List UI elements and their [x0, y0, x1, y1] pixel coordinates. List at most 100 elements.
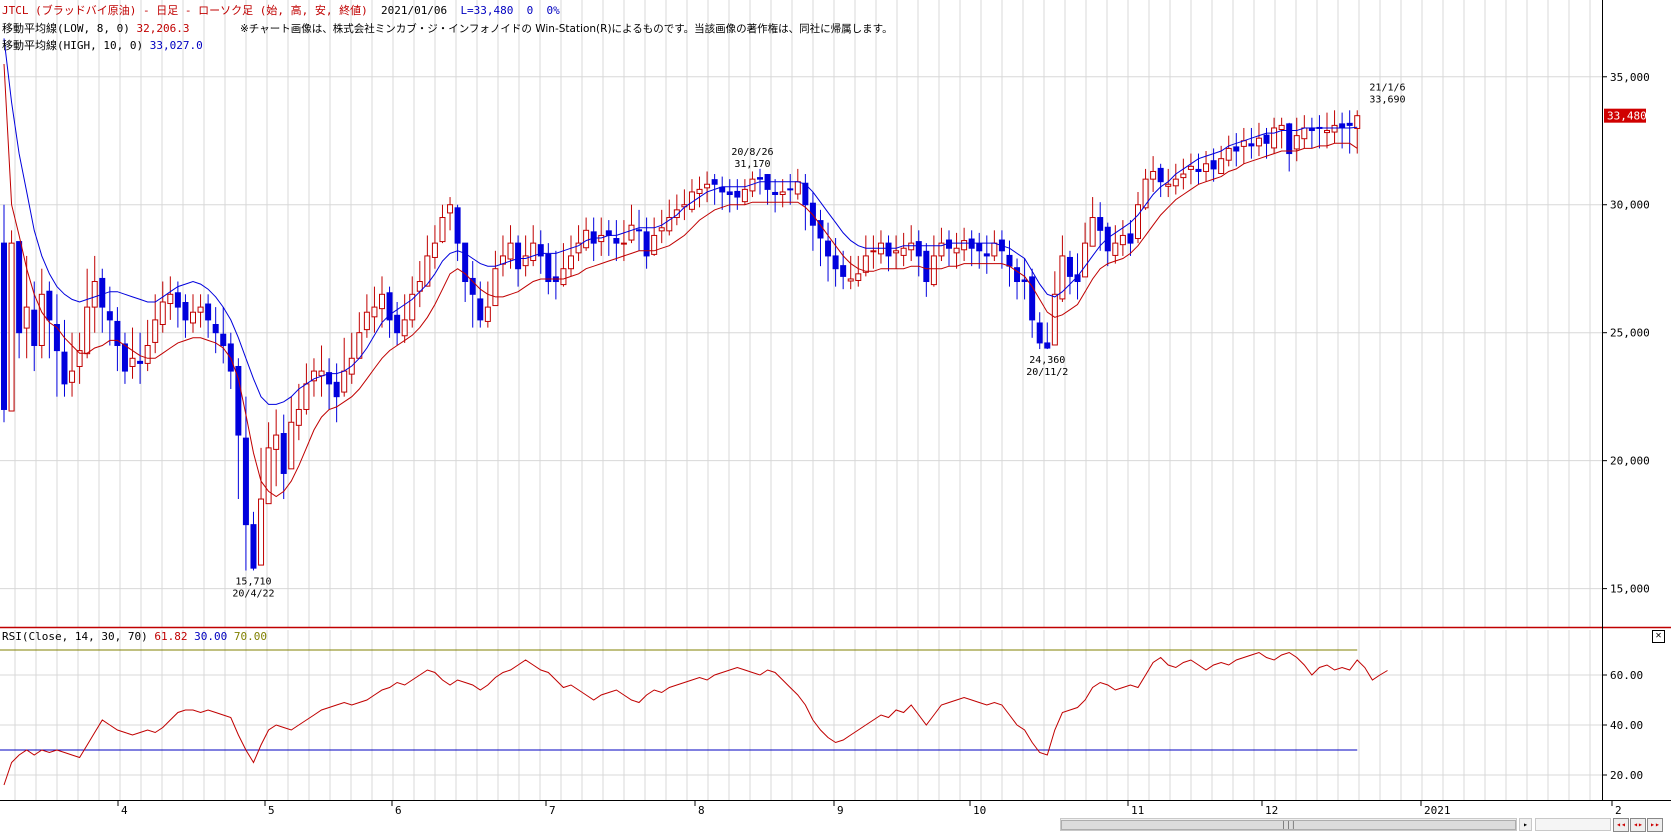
- candle-body: [1142, 178, 1149, 209]
- rewind-icon: ◂◂: [1616, 820, 1626, 829]
- scroll-back-button[interactable]: ◂▸: [1630, 818, 1646, 832]
- x-tick-label: 4: [121, 804, 128, 817]
- annotation-date: 20/11/2: [1026, 367, 1068, 378]
- candle-body: [190, 311, 196, 324]
- x-tick-label: 11: [1131, 804, 1144, 817]
- candle-body: [1006, 254, 1013, 267]
- candle-body: [605, 230, 612, 236]
- header-last-price: L=33,480: [460, 4, 514, 17]
- zoom-slider[interactable]: [1535, 818, 1611, 831]
- candle-body: [152, 319, 159, 343]
- chart-canvas: 15,71020/4/22 20/8/2631,170 24,36020/11/2 2…: [0, 0, 1671, 833]
- price-y-tick-label: 35,000: [1610, 71, 1650, 84]
- horizontal-scrollbar[interactable]: |||: [1060, 818, 1517, 831]
- price-y-tick-label: 15,000: [1610, 583, 1650, 596]
- candle-body: [1301, 127, 1308, 140]
- candle-body: [1346, 122, 1353, 126]
- close-pane-button[interactable]: ✕: [1652, 630, 1665, 643]
- candle-body: [1029, 276, 1036, 321]
- candle-body: [1255, 137, 1262, 147]
- candle-body: [855, 273, 862, 281]
- arrow-right-icon: ▸: [1523, 820, 1528, 829]
- candle-body: [847, 278, 854, 282]
- candle-body: [38, 293, 45, 346]
- header-date: 2021/01/06: [380, 4, 448, 17]
- candle-body: [341, 370, 348, 393]
- candle-body: [401, 319, 408, 337]
- annotation-value: 15,710: [235, 576, 271, 587]
- candle-body: [772, 191, 779, 195]
- candle-body: [23, 306, 30, 329]
- rsi-lower: 30.00: [194, 630, 228, 643]
- candle-body: [507, 242, 514, 260]
- candle-body: [454, 207, 461, 244]
- candle-body: [1339, 123, 1346, 129]
- scroll-right-button[interactable]: ▸: [1519, 818, 1532, 831]
- rsi-label: RSI(Close, 14, 30, 70): [2, 630, 148, 643]
- candle-body: [137, 360, 144, 364]
- candle-body: [1021, 279, 1028, 283]
- candle-body: [741, 188, 748, 203]
- candle-body: [719, 186, 726, 193]
- candle-body: [961, 240, 968, 251]
- candle-body: [99, 277, 106, 308]
- candle-body: [1165, 183, 1172, 187]
- candle-body: [84, 306, 91, 355]
- rsi-y-tick-label: 40.00: [1610, 719, 1643, 732]
- copyright-notice: ※チャート画像は、株式会社ミンカブ・ジ・インフォノイドの Win-Station…: [240, 23, 893, 35]
- candle-body: [205, 303, 212, 321]
- candle-body: [1248, 143, 1255, 147]
- candle-body: [182, 301, 189, 321]
- candle-body: [1135, 204, 1141, 240]
- candle-body: [333, 381, 340, 398]
- scroll-end-button[interactable]: ▸▸: [1647, 818, 1663, 832]
- candle-body: [16, 241, 23, 334]
- candle-body: [129, 357, 136, 367]
- candle-body: [280, 433, 287, 474]
- candle-body: [318, 370, 325, 377]
- candle-body: [431, 242, 438, 258]
- candle-body: [1150, 170, 1157, 180]
- candle-body: [613, 238, 620, 244]
- x-tick-label: 10: [973, 804, 986, 817]
- candle-body: [862, 255, 869, 273]
- candle-body: [1233, 146, 1240, 152]
- candle-body: [651, 234, 658, 255]
- candle-body: [1293, 135, 1300, 150]
- candle-body: [167, 293, 174, 305]
- annotation-value: 24,360: [1029, 355, 1065, 366]
- scrollbar-thumb[interactable]: |||: [1061, 820, 1516, 830]
- candle-body: [840, 265, 847, 277]
- candle-body: [371, 306, 378, 318]
- annotation-date: 21/1/6: [1369, 82, 1405, 93]
- candle-body: [1, 242, 7, 410]
- candle-body: [1180, 173, 1187, 179]
- candle-body: [1271, 127, 1278, 149]
- candle-body: [242, 437, 249, 526]
- candle-body: [250, 524, 257, 569]
- candle-body: [69, 370, 76, 383]
- candle-body: [439, 217, 446, 243]
- candle-body: [363, 311, 370, 331]
- candle-body: [711, 179, 718, 185]
- candle-body: [1051, 293, 1058, 346]
- candle-body: [1036, 322, 1043, 344]
- candle-body: [832, 255, 839, 270]
- candle-body: [757, 177, 763, 180]
- scroll-start-button[interactable]: ◂◂: [1613, 818, 1629, 832]
- candle-body: [91, 281, 98, 308]
- candle-body: [991, 242, 998, 257]
- candle-body: [1278, 124, 1285, 130]
- candle-body: [643, 231, 650, 257]
- last-price-tag-label: 33,480: [1607, 110, 1647, 123]
- candle-body: [1112, 242, 1119, 256]
- candle-body: [560, 268, 567, 286]
- candle-body: [900, 247, 907, 256]
- chart-header-line: JTCL (ブラッドバイ原油) - 日足 - ローソク足 (始, 高, 安, 終…: [2, 4, 560, 17]
- candle-body: [46, 290, 53, 321]
- candle-body: [265, 447, 272, 505]
- candle-body: [870, 250, 877, 253]
- candle-body: [825, 240, 832, 257]
- candle-body: [953, 247, 960, 254]
- price-y-tick-label: 20,000: [1610, 455, 1650, 468]
